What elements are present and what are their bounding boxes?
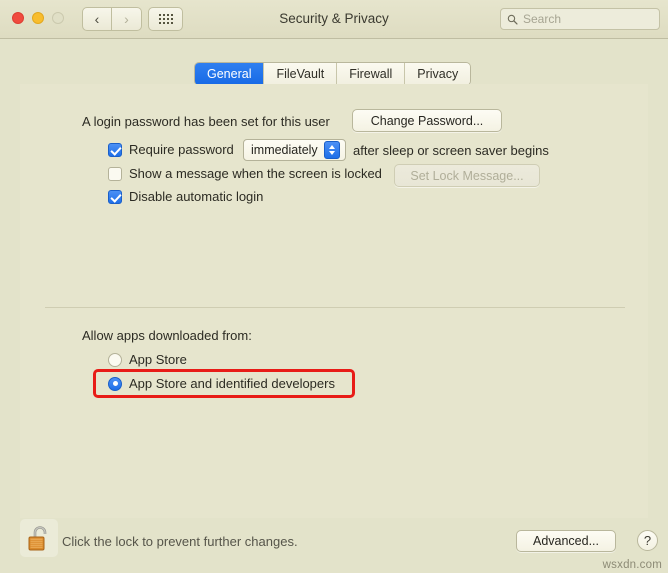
- disable-automatic-login-checkbox[interactable]: [108, 189, 122, 204]
- require-password-checkbox-row[interactable]: Require password: [108, 142, 234, 157]
- app-store-identified-developers-label: App Store and identified developers: [129, 376, 335, 391]
- disable-automatic-login-checkbox-row[interactable]: Disable automatic login: [108, 189, 263, 204]
- app-store-identified-developers-radio[interactable]: [108, 376, 122, 391]
- change-password-button[interactable]: Change Password...: [352, 109, 502, 132]
- panel-content: A login password has been set for this u…: [0, 0, 668, 573]
- security-privacy-window: ‹ › Security & Privacy Search General Fi…: [0, 0, 668, 573]
- set-lock-message-button: Set Lock Message...: [394, 164, 540, 187]
- app-store-label: App Store: [129, 352, 187, 367]
- require-password-delay-value: immediately: [251, 143, 318, 157]
- lock-hint-text: Click the lock to prevent further change…: [62, 534, 298, 549]
- require-password-suffix-label: after sleep or screen saver begins: [353, 143, 549, 158]
- show-lock-message-checkbox[interactable]: [108, 166, 122, 181]
- gatekeeper-option-app-store[interactable]: App Store: [108, 352, 187, 367]
- show-lock-message-checkbox-row[interactable]: Show a message when the screen is locked: [108, 166, 382, 181]
- section-divider: [45, 307, 625, 308]
- show-lock-message-label: Show a message when the screen is locked: [129, 166, 382, 181]
- watermark: wsxdn.com: [602, 559, 662, 571]
- unlocked-padlock-icon: [28, 526, 47, 551]
- help-button[interactable]: ?: [637, 530, 658, 551]
- require-password-delay-popup[interactable]: immediately: [243, 139, 346, 161]
- lock-button[interactable]: [20, 519, 58, 557]
- disable-automatic-login-label: Disable automatic login: [129, 189, 264, 204]
- advanced-button[interactable]: Advanced...: [516, 530, 616, 552]
- login-password-status: A login password has been set for this u…: [82, 114, 330, 129]
- require-password-label: Require password: [129, 142, 234, 157]
- require-password-checkbox[interactable]: [108, 142, 122, 157]
- gatekeeper-option-app-store-and-identified-developers[interactable]: App Store and identified developers: [108, 376, 335, 391]
- allow-apps-heading: Allow apps downloaded from:: [82, 328, 252, 343]
- app-store-radio[interactable]: [108, 352, 122, 367]
- chevron-updown-icon: [323, 141, 340, 159]
